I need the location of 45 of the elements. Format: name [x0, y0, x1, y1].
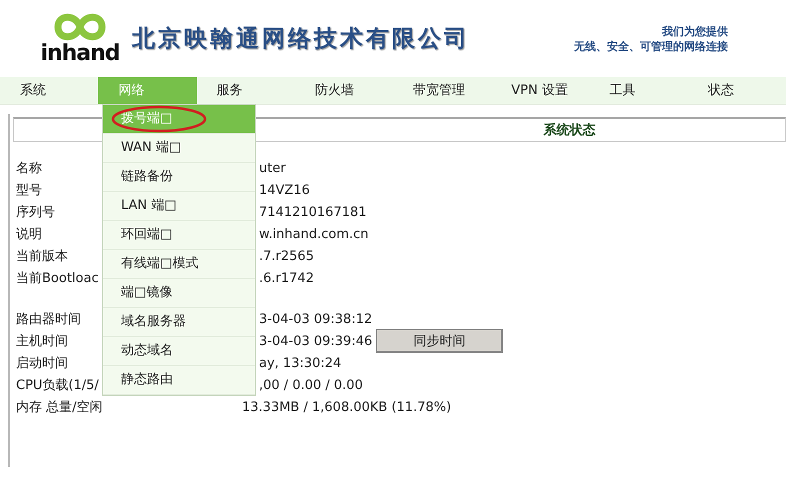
field-label: 启动时间 [16, 356, 68, 371]
menu-item[interactable]: 动态域名 [103, 337, 255, 366]
menu-item[interactable]: 环回端□ [103, 221, 255, 250]
logo-text: inhand [40, 42, 120, 66]
field-label: 内存 总量/空闲 [16, 400, 103, 415]
panel-title: 系统状态 [544, 122, 596, 139]
field-label: 序列号 [16, 205, 55, 220]
field-label: 名称 [16, 161, 42, 176]
field-label: 当前Bootloac [16, 271, 99, 286]
nav-tab[interactable]: 工具 [590, 77, 688, 104]
field-value: .6.r1742 [258, 270, 314, 286]
field-label: 主机时间 [16, 334, 68, 349]
field-label: 型号 [16, 183, 42, 198]
nav-tab[interactable]: VPN 设置 [491, 77, 590, 104]
menu-item[interactable]: 链路备份 [103, 163, 255, 192]
field-value: 13.33MB / 1,608.00KB (11.78%) [242, 400, 452, 414]
field-label: 说明 [16, 227, 42, 242]
menu-item[interactable]: WAN 端□ [103, 134, 255, 163]
field-value: ay, 13:30:24 [258, 356, 342, 370]
field-label: 路由器时间 [16, 312, 81, 327]
menu-item[interactable]: 有线端□模式 [103, 250, 255, 279]
menu-item[interactable]: 域名服务器 [103, 308, 255, 337]
logo-icon [52, 12, 108, 42]
menu-item[interactable]: 端□镜像 [103, 279, 255, 308]
field-label: 当前版本 [16, 249, 68, 264]
field-value: ,00 / 0.00 / 0.00 [258, 378, 363, 392]
nav-tab[interactable]: 防火墙 [294, 77, 393, 104]
nav-tab[interactable]: 带宽管理 [393, 77, 492, 104]
nav-tab[interactable]: 状态 [688, 77, 786, 104]
slogan-line: 无线、安全、可管理的网络连接 [574, 38, 728, 54]
sync-time-button[interactable]: 同步时间 [376, 329, 504, 353]
field-label: CPU负载(1/5/ [16, 378, 99, 393]
field-value: 3-04-03 09:38:12 [258, 312, 372, 326]
nav-tab[interactable]: 服务 [196, 77, 295, 104]
field-value: 3-04-03 09:39:46 [258, 334, 372, 348]
nav-tab[interactable]: 系统 [0, 77, 98, 104]
field-value: w.inhand.com.cn [258, 226, 369, 242]
field-value: 7141210167181 [258, 204, 367, 220]
menu-item[interactable]: LAN 端□ [103, 192, 255, 221]
field-value: uter [258, 160, 286, 176]
slogan-line: 我们为您提供 [662, 24, 728, 38]
field-value: .7.r2565 [258, 248, 314, 264]
field-value: 14VZ16 [258, 182, 310, 198]
company-name: 北京映翰通网络技术有限公司 [132, 25, 470, 54]
menu-item[interactable]: 静态路由 [103, 366, 255, 395]
